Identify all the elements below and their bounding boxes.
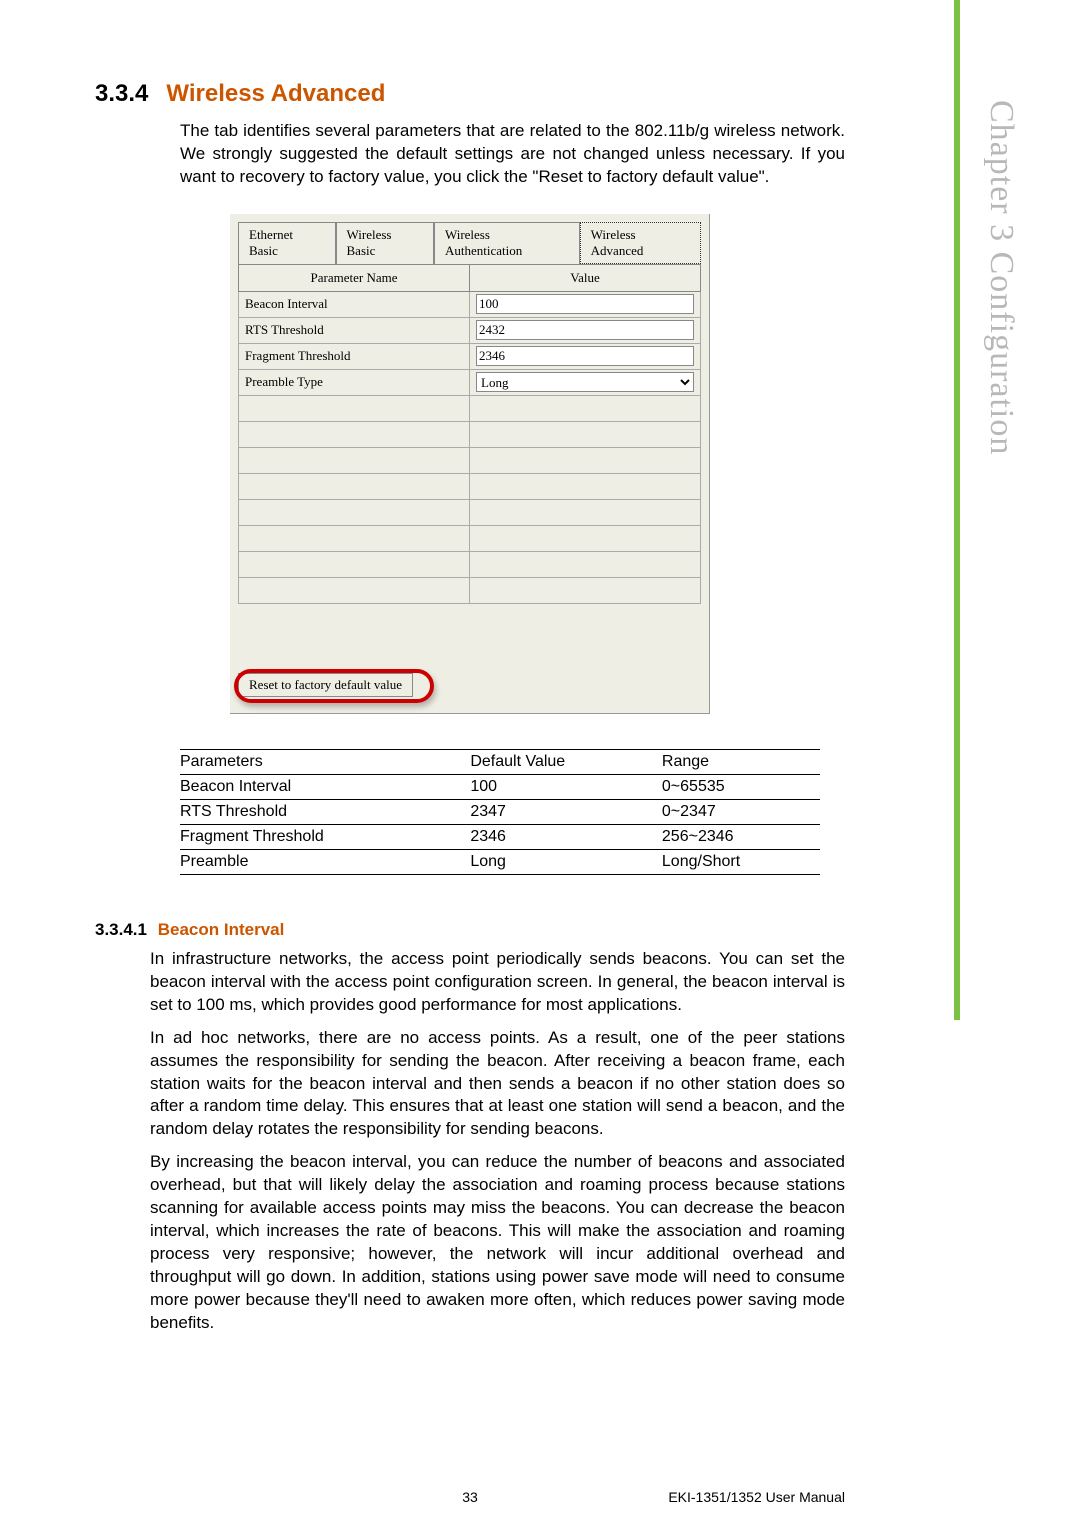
ref-header: Range — [662, 749, 820, 774]
rts-threshold-input[interactable] — [476, 320, 694, 340]
body-paragraph: In ad hoc networks, there are no access … — [150, 1027, 845, 1142]
form-header-name: Parameter Name — [239, 264, 470, 291]
table-row: Beacon Interval — [239, 291, 701, 317]
table-row: RTS Threshold 2347 0~2347 — [180, 799, 820, 824]
param-label: Preamble Type — [239, 369, 470, 395]
right-accent-bar — [954, 0, 960, 1020]
table-row: RTS Threshold — [239, 317, 701, 343]
chapter-side-label: Chapter 3 Configuration — [982, 100, 1020, 455]
body-paragraph: By increasing the beacon interval, you c… — [150, 1151, 845, 1335]
param-label: Beacon Interval — [239, 291, 470, 317]
beacon-interval-input[interactable] — [476, 294, 694, 314]
config-screenshot: Ethernet Basic Wireless Basic Wireless A… — [230, 214, 710, 714]
tab-bar: Ethernet Basic Wireless Basic Wireless A… — [230, 214, 709, 264]
preamble-type-select[interactable]: Long — [476, 372, 694, 392]
table-row: Fragment Threshold — [239, 343, 701, 369]
fragment-threshold-input[interactable] — [476, 346, 694, 366]
page-number: 33 — [462, 1489, 478, 1505]
tab-wireless-auth[interactable]: Wireless Authentication — [434, 222, 580, 264]
section-intro: The tab identifies several parameters th… — [180, 120, 845, 189]
table-row: Preamble Type Long — [239, 369, 701, 395]
form-header-value: Value — [470, 264, 701, 291]
reset-factory-button[interactable]: Reset to factory default value — [238, 673, 413, 697]
page-content: 3.3.4 Wireless Advanced The tab identifie… — [95, 80, 845, 1345]
subsection-number: 3.3.4.1 — [95, 920, 147, 939]
section-title: Wireless Advanced — [166, 80, 385, 107]
tab-wireless-advanced[interactable]: Wireless Advanced — [580, 222, 701, 264]
param-label: Fragment Threshold — [239, 343, 470, 369]
param-label: RTS Threshold — [239, 317, 470, 343]
tab-ethernet-basic[interactable]: Ethernet Basic — [238, 222, 336, 264]
ref-header: Parameters — [180, 749, 470, 774]
ref-header: Default Value — [470, 749, 662, 774]
parameter-form-table: Parameter Name Value Beacon Interval RTS… — [238, 264, 701, 604]
subsection-heading: 3.3.4.1 Beacon Interval — [95, 920, 845, 940]
subsection-title: Beacon Interval — [158, 920, 285, 939]
body-paragraph: In infrastructure networks, the access p… — [150, 948, 845, 1017]
manual-title: EKI-1351/1352 User Manual — [668, 1489, 845, 1505]
section-heading: 3.3.4 Wireless Advanced — [95, 80, 845, 108]
reference-table: Parameters Default Value Range Beacon In… — [180, 749, 820, 875]
tab-wireless-basic[interactable]: Wireless Basic — [336, 222, 434, 264]
table-row: Fragment Threshold 2346 256~2346 — [180, 824, 820, 849]
table-row: Beacon Interval 100 0~65535 — [180, 774, 820, 799]
table-row: Preamble Long Long/Short — [180, 849, 820, 874]
section-number: 3.3.4 — [95, 80, 148, 107]
